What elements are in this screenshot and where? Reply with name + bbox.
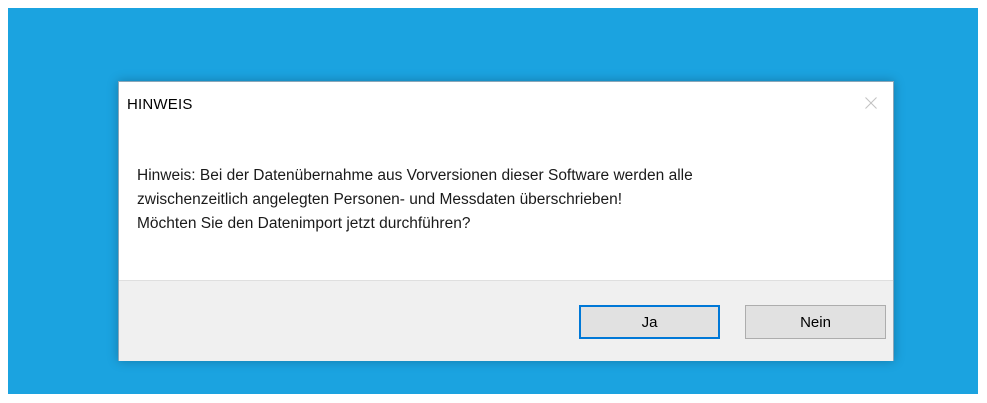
dialog-titlebar[interactable]: HINWEIS [119, 82, 893, 118]
message-line: Möchten Sie den Datenimport jetzt durchf… [137, 215, 471, 232]
no-button[interactable]: Nein [745, 305, 886, 339]
yes-button[interactable]: Ja [579, 305, 720, 339]
message-line: zwischenzeitlich angelegten Personen- un… [137, 191, 623, 208]
close-icon [865, 97, 877, 109]
dialog-content: Hinweis: Bei der Datenübernahme aus Vorv… [119, 118, 893, 280]
dialog-button-bar: Ja Nein [119, 280, 893, 361]
close-button[interactable] [853, 88, 889, 118]
dialog-title: HINWEIS [127, 96, 193, 113]
message-dialog: HINWEIS Hinweis: Bei der Datenübernahme … [118, 81, 894, 361]
dialog-message: Hinweis: Bei der Datenübernahme aus Vorv… [137, 164, 857, 236]
message-line: Hinweis: Bei der Datenübernahme aus Vorv… [137, 167, 693, 184]
desktop-background: HINWEIS Hinweis: Bei der Datenübernahme … [8, 8, 978, 394]
